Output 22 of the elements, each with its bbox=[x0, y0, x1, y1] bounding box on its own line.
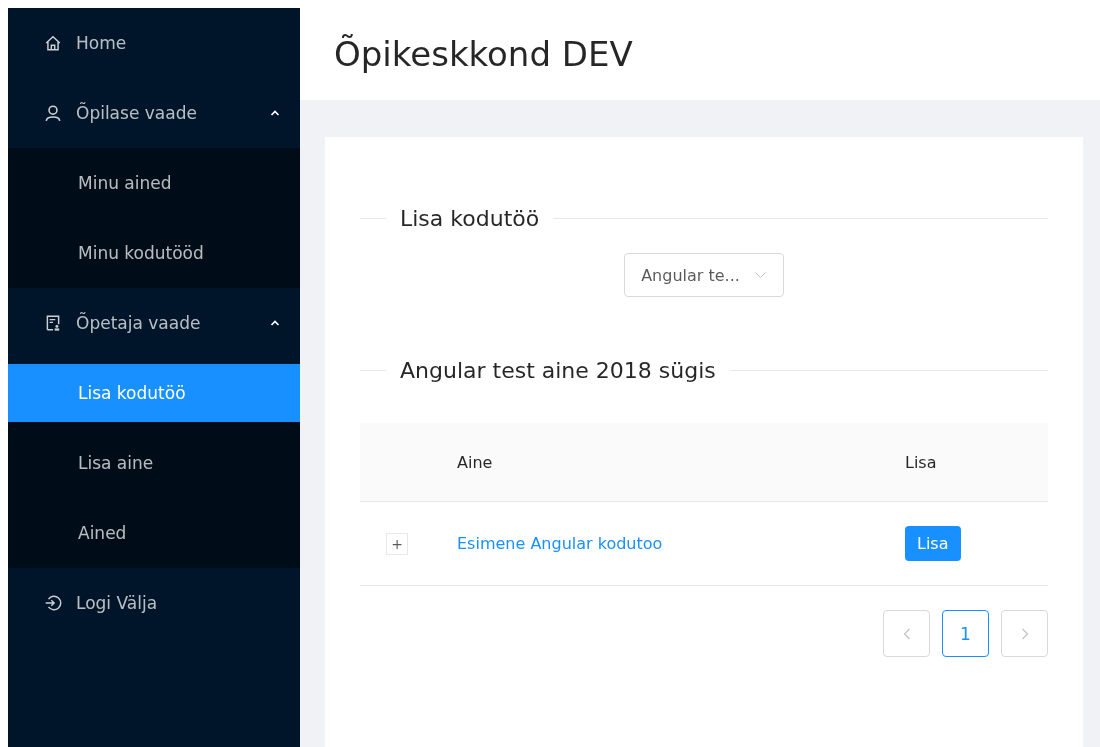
logout-icon bbox=[44, 594, 62, 612]
menu-item[interactable]: Lisa aine bbox=[8, 428, 300, 498]
menu-item[interactable]: Home bbox=[8, 8, 300, 78]
menu-item[interactable]: Ained bbox=[8, 498, 300, 568]
menu-group[interactable]: Õpilase vaade bbox=[8, 78, 300, 148]
menu-item[interactable]: Logi Välja bbox=[8, 568, 300, 638]
user-icon bbox=[44, 104, 62, 122]
form-icon bbox=[44, 314, 62, 332]
menu-group[interactable]: Õpetaja vaade bbox=[8, 288, 300, 358]
expand-button[interactable]: + bbox=[386, 532, 408, 555]
home-icon bbox=[44, 34, 62, 52]
section-title: Angular test aine 2018 sügis bbox=[400, 357, 716, 383]
column-header: Lisa bbox=[905, 452, 938, 472]
chevron-right-icon bbox=[1020, 627, 1029, 640]
course-select[interactable]: Angular te... bbox=[624, 253, 784, 297]
chevron-left-icon bbox=[902, 627, 911, 640]
chevron-down-icon bbox=[753, 271, 767, 279]
menu-item[interactable]: Minu kodutööd bbox=[8, 218, 300, 288]
section-title: Lisa kodutöö bbox=[400, 205, 540, 231]
column-header: Aine bbox=[457, 452, 494, 472]
menu-item[interactable]: Minu ained bbox=[8, 148, 300, 218]
page-title: Õpikeskkond DEV bbox=[334, 34, 633, 74]
